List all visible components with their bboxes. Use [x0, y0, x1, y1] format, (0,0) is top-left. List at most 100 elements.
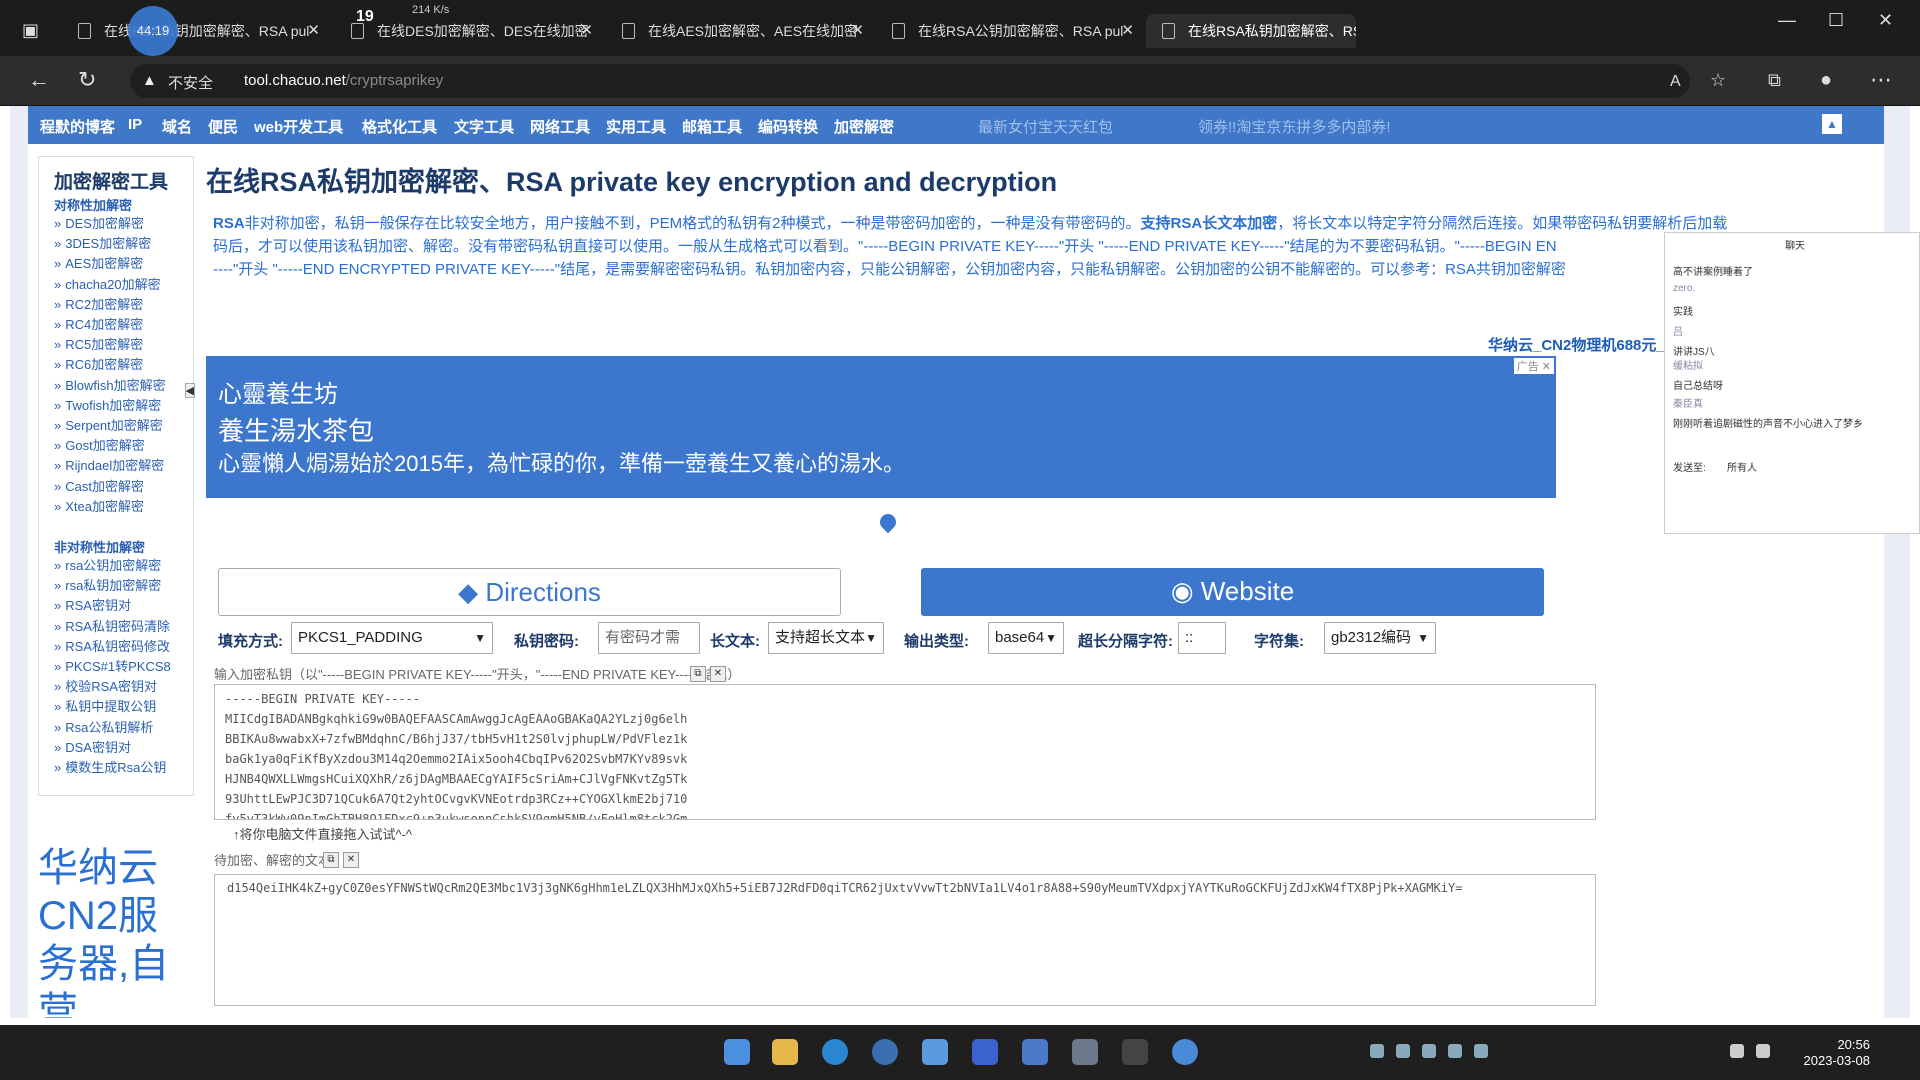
sidebar-item-asym[interactable]: » RSA密钥对 [54, 595, 131, 614]
collections-icon[interactable]: ⧉ [1768, 66, 1781, 94]
app-icon[interactable] [972, 1039, 998, 1065]
sidebar-item-asym[interactable]: » PKCS#1转PKCS8 [54, 656, 171, 675]
tray-icon[interactable] [1396, 1044, 1410, 1058]
long-text-select[interactable]: 支持超长文本 ▼ [768, 622, 884, 654]
back-icon[interactable]: ← [28, 66, 50, 94]
refresh-icon[interactable]: ↻ [78, 66, 96, 94]
sidebar-item-sym[interactable]: » RC2加密解密 [54, 294, 143, 313]
nav-item[interactable]: 便民 [208, 116, 238, 137]
sidebar-item-sym[interactable]: » Gost加密解密 [54, 435, 145, 454]
tab-2[interactable]: 在线DES加密解密、DES在线加密 ✕ [335, 14, 603, 48]
file-explorer-icon[interactable] [772, 1039, 798, 1065]
copy-icon[interactable]: ⧉ [323, 852, 339, 868]
sidebar-collapse-icon[interactable]: ◀ [184, 383, 195, 398]
app-icon[interactable] [1172, 1039, 1198, 1065]
sidebar-item-sym[interactable]: » Blowfish加密解密 [54, 375, 166, 394]
sidebar-item-sym[interactable]: » 3DES加密解密 [54, 233, 151, 252]
url-text[interactable]: tool.chacuo.net/cryptrsaprikey [244, 72, 443, 89]
sidebar-item-asym[interactable]: » DSA密钥对 [54, 737, 131, 756]
ad-tag[interactable]: 广告 ✕ [1513, 358, 1554, 374]
sidebar-item-asym[interactable]: » Rsa公私钥解析 [54, 717, 153, 736]
sidebar-item-asym[interactable]: » 模数生成Rsa公钥 [54, 757, 166, 776]
output-type-select[interactable]: base64 ▼ [988, 622, 1064, 654]
nav-item[interactable]: 格式化工具 [362, 116, 437, 137]
sidebar-item-sym[interactable]: » chacha20加解密 [54, 274, 161, 293]
sidebar-item-sym[interactable]: » AES加密解密 [54, 253, 143, 272]
cipher-textarea[interactable]: d154QeiIHK4kZ+gyC0Z0esYFNWStWQcRm2QE3Mbc… [214, 874, 1596, 1006]
tab-actions-icon[interactable]: ▣ [22, 16, 39, 44]
nav-item[interactable]: 程默的博客 [40, 116, 115, 137]
copy-icon[interactable]: ⧉ [690, 666, 706, 682]
sidebar-item-sym[interactable]: » Serpent加密解密 [54, 415, 163, 434]
nav-item[interactable]: 网络工具 [530, 116, 590, 137]
nav-ad-link[interactable]: 最新女付宝天天红包 [978, 116, 1113, 137]
maximize-icon[interactable]: ☐ [1828, 10, 1844, 31]
sidebar-item-sym[interactable]: » Rijndael加密解密 [54, 455, 164, 474]
sidebar-item-sym[interactable]: » RC5加密解密 [54, 334, 143, 353]
sidebar-item-asym[interactable]: » RSA私钥密码修改 [54, 636, 170, 655]
app-icon[interactable] [1072, 1039, 1098, 1065]
sidebar-item-sym[interactable]: » Xtea加密解密 [54, 496, 144, 515]
tray-icon[interactable] [1370, 1044, 1384, 1058]
sidebar-item-sym[interactable]: » RC4加密解密 [54, 314, 143, 333]
clear-icon[interactable]: ✕ [343, 852, 359, 868]
clock[interactable]: 20:56 2023-03-08 [1804, 1037, 1871, 1069]
edge-icon[interactable] [822, 1039, 848, 1065]
app-icon[interactable] [872, 1039, 898, 1065]
sidebar-item-asym[interactable]: » 私钥中提取公钥 [54, 696, 156, 715]
sidebar-item-sym[interactable]: » Cast加密解密 [54, 476, 144, 495]
clear-icon[interactable]: ✕ [710, 666, 726, 682]
sidebar-item-sym[interactable]: » Twofish加密解密 [54, 395, 161, 414]
tab-5-active[interactable]: 在线RSA私钥加密解密、RSA [1146, 14, 1356, 48]
wifi-icon[interactable] [1730, 1044, 1744, 1058]
volume-icon[interactable] [1756, 1044, 1770, 1058]
sidebar-item-asym[interactable]: » RSA私钥密码清除 [54, 616, 170, 635]
nav-item[interactable]: 邮箱工具 [682, 116, 742, 137]
nav-item[interactable]: IP [128, 116, 142, 133]
tab-3[interactable]: 在线AES加密解密、AES在线加密 ✕ [606, 14, 874, 48]
nav-item[interactable]: 编码转换 [758, 116, 818, 137]
close-icon[interactable]: ✕ [580, 14, 593, 48]
padding-select[interactable]: PKCS1_PADDING ▼ [291, 622, 493, 654]
close-icon[interactable]: ✕ [307, 14, 320, 48]
tab-4[interactable]: 在线RSA公钥加密解密、RSA pul ✕ [876, 14, 1144, 48]
separator-input[interactable]: :: [1178, 622, 1226, 654]
tray-icon[interactable] [1474, 1044, 1488, 1058]
tab-1[interactable]: 在线RSA私钥加密解密、RSA pul ✕ [62, 14, 330, 48]
tray-icon[interactable] [1422, 1044, 1436, 1058]
more-icon[interactable]: ⋯ [1870, 66, 1892, 94]
tray-icon[interactable] [1448, 1044, 1462, 1058]
nav-item[interactable]: web开发工具 [254, 116, 343, 137]
read-aloud-icon[interactable]: A [1670, 68, 1681, 96]
app-icon[interactable] [1022, 1039, 1048, 1065]
sidebar-item-sym[interactable]: » DES加密解密 [54, 213, 144, 232]
password-input[interactable]: 有密码才需 [598, 622, 700, 654]
warning-icon[interactable]: ▲ [142, 72, 157, 89]
sidebar-item-asym[interactable]: » rsa公钥加密解密 [54, 555, 161, 574]
sidebar-item-asym[interactable]: » rsa私钥加密解密 [54, 575, 161, 594]
sidebar-ad[interactable]: 华纳云CN2服务器,自营 [38, 844, 194, 1018]
app-icon[interactable] [1122, 1039, 1148, 1065]
app-icon[interactable] [922, 1039, 948, 1065]
private-key-textarea[interactable]: -----BEGIN PRIVATE KEY----- MIICdgIBADAN… [214, 684, 1596, 820]
close-icon[interactable]: ✕ [851, 14, 864, 48]
chat-recipient[interactable]: 所有人 [1727, 459, 1757, 474]
profile-icon[interactable]: ● [1820, 66, 1832, 94]
nav-ad-link[interactable]: 领券!!淘宝京东拼多多内部券! [1198, 116, 1391, 137]
close-window-icon[interactable]: ✕ [1878, 10, 1893, 31]
minimize-icon[interactable]: — [1778, 10, 1796, 31]
website-button[interactable]: ◉ Website [921, 568, 1544, 616]
hwy-link[interactable]: 华纳云_CN2物理机688元_1 [1488, 334, 1673, 355]
sidebar-item-sym[interactable]: » RC6加密解密 [54, 354, 143, 373]
nav-item[interactable]: 加密解密 [834, 116, 894, 137]
start-icon[interactable] [724, 1039, 750, 1065]
address-bar[interactable]: ▲ 不安全 tool.chacuo.net/cryptrsaprikey [130, 64, 1690, 98]
sidebar-item-asym[interactable]: » 校验RSA密钥对 [54, 676, 157, 695]
ad-banner[interactable]: 心靈養生坊 養生湯水茶包 心靈懶人焗湯始於2015年，為忙碌的你，準備一壺養生又… [206, 356, 1556, 498]
charset-select[interactable]: gb2312编码 ▼ [1324, 622, 1436, 654]
security-label[interactable]: 不安全 [168, 72, 213, 93]
close-icon[interactable]: ✕ [1121, 14, 1134, 48]
favorite-icon[interactable]: ☆ [1710, 66, 1726, 94]
directions-button[interactable]: ◆ Directions [218, 568, 841, 616]
nav-item[interactable]: 域名 [162, 116, 192, 137]
